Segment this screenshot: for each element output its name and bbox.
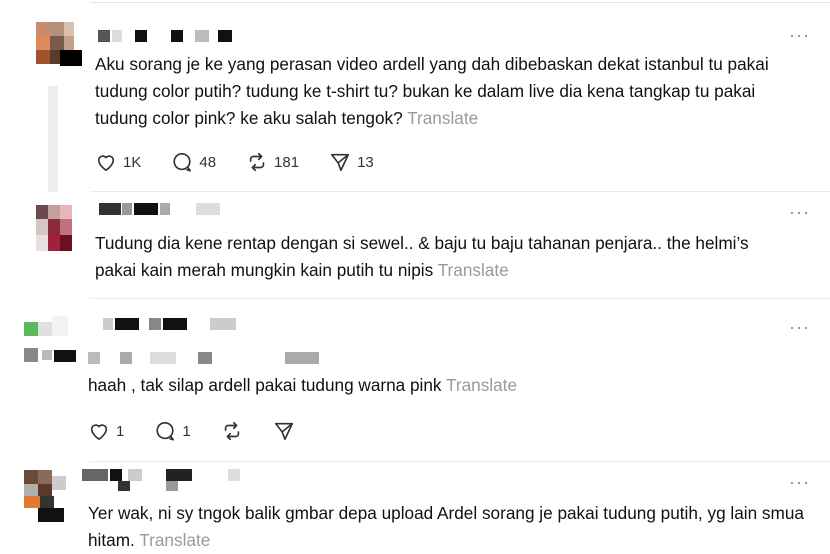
repost-button[interactable] xyxy=(221,420,243,442)
more-icon[interactable]: ··· xyxy=(789,473,810,491)
share-icon xyxy=(274,422,293,441)
post-text: haah , tak silap ardell pakai tudung war… xyxy=(88,372,778,399)
repost-button[interactable]: 181 xyxy=(246,151,299,173)
post-text: Tudung dia kene rentap dengan si sewel..… xyxy=(95,230,785,284)
avatar[interactable] xyxy=(24,316,78,364)
repost-icon xyxy=(224,421,239,441)
like-button[interactable]: 1 xyxy=(88,421,124,441)
action-bar: 1K 48 181 13 xyxy=(95,151,404,173)
reply-icon xyxy=(173,153,192,172)
post-body: haah , tak silap ardell pakai tudung war… xyxy=(88,375,442,395)
repost-icon xyxy=(249,152,265,172)
translate-link[interactable]: Translate xyxy=(446,375,517,395)
more-icon[interactable]: ··· xyxy=(789,203,810,221)
share-count: 13 xyxy=(357,153,374,171)
like-button[interactable]: 1K xyxy=(95,152,141,172)
post-body: Tudung dia kene rentap dengan si sewel..… xyxy=(95,233,749,280)
share-button[interactable]: 13 xyxy=(329,151,374,173)
avatar[interactable] xyxy=(36,205,80,251)
translate-link[interactable]: Translate xyxy=(139,530,210,550)
reply-count: 1 xyxy=(182,422,191,440)
divider xyxy=(90,461,830,462)
avatar[interactable] xyxy=(36,22,82,66)
reply-count: 48 xyxy=(199,153,217,171)
top-divider xyxy=(90,2,830,3)
action-bar: 1 1 xyxy=(88,420,325,442)
post-text: Aku sorang je ke yang perasan video arde… xyxy=(95,51,795,132)
share-button[interactable] xyxy=(273,420,295,442)
translate-link[interactable]: Translate xyxy=(407,108,478,128)
share-icon xyxy=(331,153,350,172)
reply-icon xyxy=(156,422,175,441)
divider xyxy=(90,191,830,192)
like-count: 1 xyxy=(116,422,125,440)
avatar[interactable] xyxy=(24,470,72,522)
more-icon[interactable]: ··· xyxy=(789,318,810,336)
post-text: Yer wak, ni sy tngok balik gmbar depa up… xyxy=(88,500,818,554)
thread-line xyxy=(48,86,58,192)
heart-icon xyxy=(90,424,108,440)
heart-icon xyxy=(97,155,115,171)
repost-count: 181 xyxy=(274,153,300,171)
reply-button[interactable]: 1 xyxy=(154,420,191,442)
translate-link[interactable]: Translate xyxy=(438,260,509,280)
like-count: 1K xyxy=(123,153,142,171)
reply-button[interactable]: 48 xyxy=(171,151,216,173)
divider xyxy=(90,298,830,299)
more-icon[interactable]: ··· xyxy=(789,26,810,44)
